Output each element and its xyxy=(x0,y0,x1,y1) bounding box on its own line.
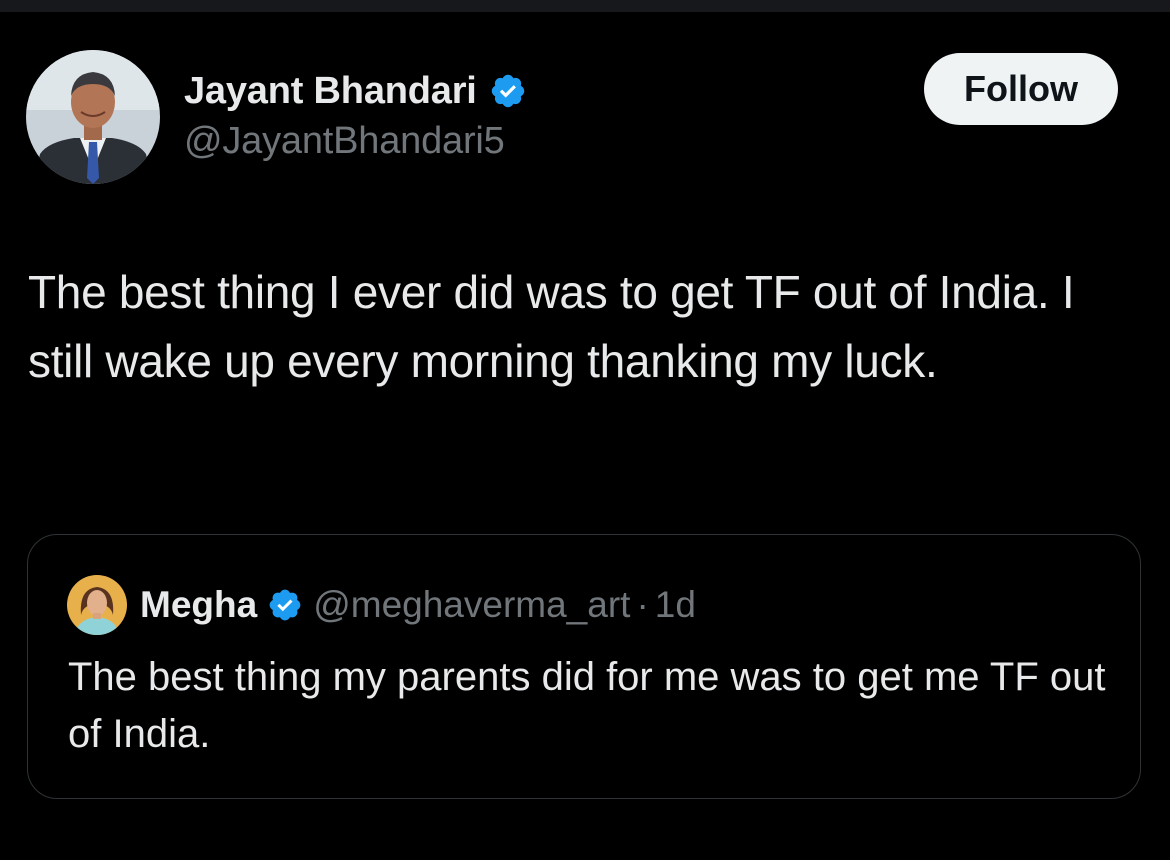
top-strip xyxy=(0,0,1170,12)
quoted-author-handle[interactable]: @meghaverma_art xyxy=(313,584,630,626)
quoted-tweet-text: The best thing my parents did for me was… xyxy=(68,655,1106,756)
quoted-tweet-header: Megha @meghaverma_art · 1d xyxy=(140,580,696,630)
avatar-photo-icon xyxy=(67,575,127,635)
quoted-tweet-card[interactable]: Megha @meghaverma_art · 1d The best thin… xyxy=(27,534,1141,799)
quoted-author-name[interactable]: Megha xyxy=(140,584,257,626)
quoted-tweet-timestamp[interactable]: 1d xyxy=(655,584,696,626)
author-handle[interactable]: @JayantBhandari5 xyxy=(184,120,505,163)
author-name-row: Jayant Bhandari xyxy=(184,66,527,116)
tweet-text: The best thing I ever did was to get TF … xyxy=(28,266,1075,387)
author-name[interactable]: Jayant Bhandari xyxy=(184,70,477,113)
author-avatar[interactable] xyxy=(26,50,160,184)
quoted-author-avatar[interactable] xyxy=(67,575,127,635)
verified-badge-icon xyxy=(269,589,301,621)
follow-button[interactable]: Follow xyxy=(924,53,1118,125)
verified-badge-icon xyxy=(491,74,524,108)
avatar-photo-icon xyxy=(26,50,160,184)
separator-dot: · xyxy=(636,584,649,625)
